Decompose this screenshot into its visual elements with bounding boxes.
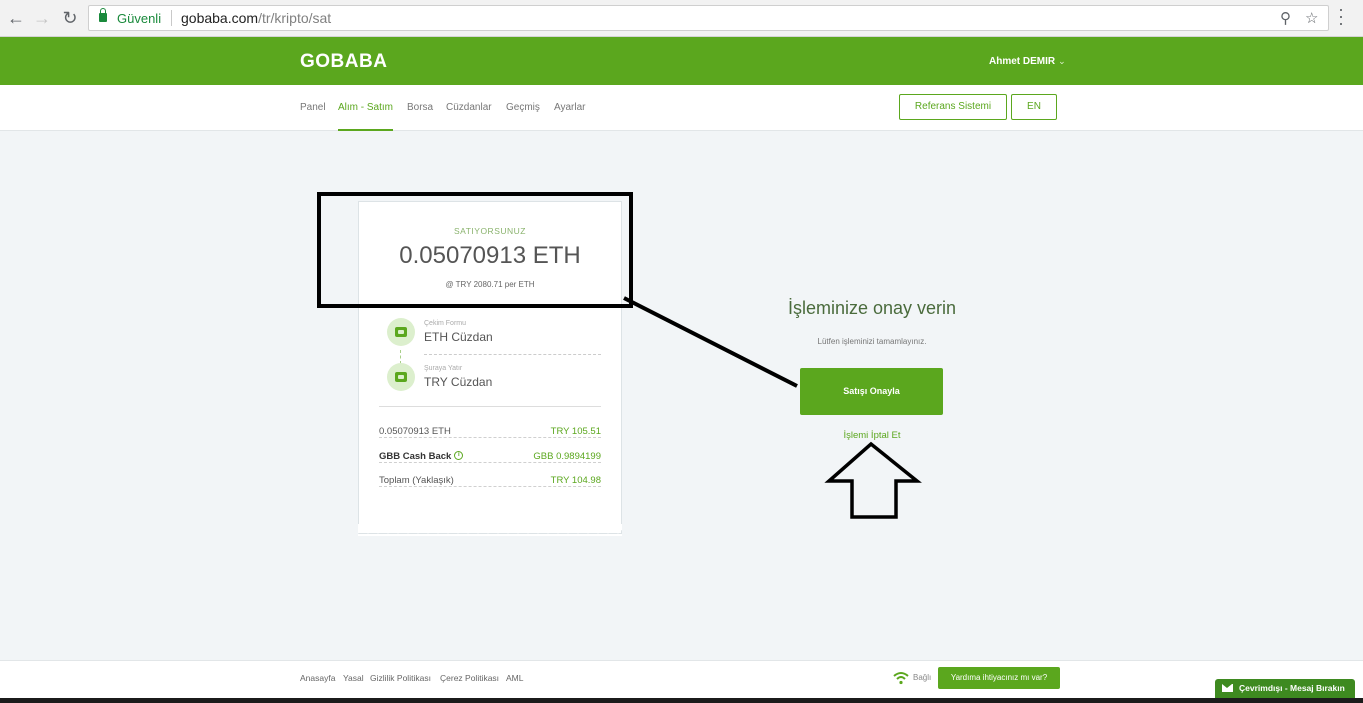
annotation-up-arrow [824, 441, 922, 519]
chevron-down-icon: ⌄ [1058, 56, 1066, 66]
footer-link-home[interactable]: Anasayfa [300, 673, 335, 683]
deposit-wallet-icon [387, 363, 415, 391]
back-icon[interactable]: ← [6, 8, 26, 28]
forward-icon[interactable]: → [32, 8, 52, 28]
nav-item-exchange[interactable]: Borsa [407, 102, 433, 113]
live-chat-tab[interactable]: Çevrimdışı - Mesaj Bırakın [1215, 679, 1355, 698]
lock-icon [99, 8, 107, 22]
from-wallet-value: ETH Cüzdan [424, 330, 493, 344]
summary-value: TRY 105.51 [546, 426, 601, 437]
cancel-transaction-link[interactable]: İşlemi İptal Et [790, 430, 954, 441]
footer-link-legal[interactable]: Yasal [343, 673, 364, 683]
sell-receipt-card: SATIYORSUNUZ 0.05070913 ETH @ TRY 2080.7… [358, 201, 622, 534]
summary-row: GBB Cash Back i GBB 0.9894199 [379, 451, 601, 465]
summary-row: Toplam (Yaklaşık) TRY 104.98 [379, 475, 601, 489]
nav-item-panel[interactable]: Panel [300, 102, 326, 113]
wifi-icon [893, 672, 909, 685]
selling-label: SATIYORSUNUZ [454, 226, 526, 236]
user-menu[interactable]: Ahmet DEMIR ⌄ [989, 56, 1066, 67]
sell-amount: 0.05070913 ETH [399, 242, 581, 269]
zoom-icon[interactable]: ⚲ [1280, 9, 1291, 27]
nav-item-settings[interactable]: Ayarlar [554, 102, 586, 113]
summary-label: Toplam (Yaklaşık) [379, 475, 458, 486]
wallet-icon [387, 318, 415, 346]
user-name: Ahmet DEMIR [989, 56, 1056, 67]
bookmark-star-icon[interactable]: ☆ [1305, 9, 1318, 27]
browser-toolbar: ← → ↻ Güvenli gobaba.com/tr/kripto/sat ⚲… [0, 0, 1363, 37]
help-button[interactable]: Yardıma ihtiyacınız mı var? [938, 667, 1060, 689]
summary-label: GBB Cash Back i [379, 451, 468, 462]
reload-icon[interactable]: ↻ [60, 8, 80, 28]
summary-divider [379, 406, 601, 407]
wallet-divider [424, 354, 601, 355]
main-nav: Panel Alım - Satım Borsa Cüzdanlar Geçmi… [0, 85, 1363, 131]
connection-status: Bağlı [913, 673, 932, 682]
receipt-torn-edge [358, 524, 622, 536]
info-icon[interactable]: i [454, 451, 464, 460]
confirm-title: İşleminize onay verin [787, 298, 957, 318]
nav-item-buy-sell[interactable]: Alım - Satım [338, 102, 393, 113]
to-wallet-label: Şuraya Yatır [424, 365, 463, 372]
site-footer: Anasayfa Yasal Gizlilik Politikası Çerez… [0, 660, 1363, 698]
address-divider [171, 10, 172, 26]
url-text[interactable]: gobaba.com/tr/kripto/sat [181, 10, 331, 26]
footer-link-aml[interactable]: AML [506, 673, 523, 683]
wallet-connector [400, 350, 401, 364]
summary-row: 0.05070913 ETH TRY 105.51 [379, 426, 601, 440]
exchange-rate: @ TRY 2080.71 per ETH [445, 280, 535, 289]
footer-link-privacy[interactable]: Gizlilik Politikası [370, 673, 431, 683]
active-tab-indicator [338, 129, 393, 131]
to-wallet-value: TRY Cüzdan [424, 375, 493, 389]
language-button[interactable]: EN [1011, 94, 1057, 120]
summary-label: 0.05070913 ETH [379, 426, 455, 437]
footer-link-cookies[interactable]: Çerez Politikası [440, 673, 499, 683]
os-taskbar-edge [0, 698, 1363, 703]
chat-tab-label: Çevrimdışı - Mesaj Bırakın [1239, 683, 1345, 693]
confirm-subtitle: Lütfen işleminizi tamamlayınız. [817, 337, 927, 346]
url-host: gobaba.com [181, 10, 259, 26]
gobaba-logo[interactable]: GOBABA [300, 51, 387, 73]
cashback-label: GBB Cash Back [379, 451, 452, 462]
confirm-sale-button[interactable]: Satışı Onayla [800, 368, 943, 415]
menu-dots-icon[interactable]: · · · [1338, 0, 1344, 32]
summary-value: TRY 104.98 [546, 475, 601, 486]
referral-button[interactable]: Referans Sistemi [899, 94, 1007, 120]
url-path: /tr/kripto/sat [258, 10, 332, 26]
nav-item-wallets[interactable]: Cüzdanlar [446, 102, 492, 113]
address-bar[interactable]: Güvenli gobaba.com/tr/kripto/sat ⚲ ☆ [88, 5, 1329, 31]
summary-value: GBB 0.9894199 [529, 451, 601, 462]
secure-label: Güvenli [117, 11, 162, 26]
nav-item-history[interactable]: Geçmiş [506, 102, 540, 113]
from-wallet-label: Çekim Formu [424, 320, 467, 327]
site-header: GOBABA Ahmet DEMIR ⌄ [0, 37, 1363, 85]
envelope-icon [1222, 684, 1233, 692]
